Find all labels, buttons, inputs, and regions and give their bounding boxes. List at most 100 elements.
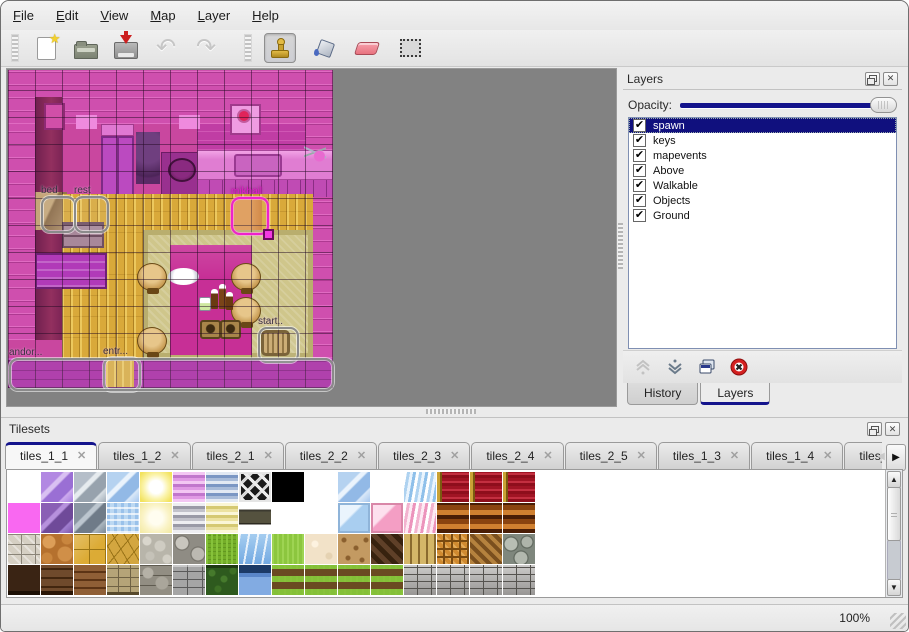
resize-grip[interactable] (890, 613, 906, 629)
map-viewport[interactable]: bedrestmikhailstart..entr...andor... (6, 68, 617, 407)
tile-plank-wood[interactable] (404, 534, 436, 564)
layer-visible-checkbox[interactable]: ✔ (633, 134, 646, 147)
layer-row-keys[interactable]: ✔keys (629, 133, 896, 148)
close-panel-button[interactable]: ✕ (883, 72, 898, 86)
scroll-up-button[interactable]: ▲ (887, 471, 901, 488)
map-object-mikhail[interactable] (231, 197, 269, 235)
menu-layer[interactable]: Layer (198, 8, 231, 23)
tile-wall-darkwood[interactable] (8, 565, 40, 595)
tile-ragged-blue[interactable] (404, 472, 436, 502)
float-panel-button[interactable] (867, 422, 882, 436)
tile-glass-blue[interactable] (338, 472, 370, 502)
tile-lattice[interactable] (239, 472, 271, 502)
tileset-tab-tiles_1_1[interactable]: tiles_1_1✕ (5, 442, 97, 469)
layer-visible-checkbox[interactable]: ✔ (633, 209, 646, 222)
tile-glass-purple[interactable] (41, 472, 73, 502)
tileset-tab-tiles_2_1[interactable]: tiles_2_1✕ (192, 442, 284, 469)
layers-list[interactable]: ✔spawn✔keys✔mapevents✔Above✔Walkable✔Obj… (628, 117, 897, 349)
tile-empty[interactable] (272, 503, 304, 533)
opacity-slider[interactable] (680, 97, 897, 113)
raise-layer-button[interactable] (629, 354, 657, 380)
tab-scroll-right-button[interactable]: ▶ (886, 444, 906, 471)
tileset-tab-tiles_1_4[interactable]: tiles_1_4✕ (751, 442, 843, 469)
menu-edit[interactable]: Edit (56, 8, 78, 23)
tileset-tab-tiles_2_3[interactable]: tiles_2_3✕ (378, 442, 470, 469)
tile-flag-yellow[interactable] (107, 534, 139, 564)
tile-tile-yellow[interactable] (74, 534, 106, 564)
menu-view[interactable]: View (100, 8, 128, 23)
tile-farm[interactable] (371, 565, 403, 595)
tileset-tab-tiles_1_3[interactable]: tiles_1_3✕ (658, 442, 750, 469)
tile-stripe-blue[interactable] (206, 472, 238, 502)
layer-visible-checkbox[interactable]: ✔ (633, 164, 646, 177)
tile-curtain[interactable] (503, 472, 535, 502)
scrollbar-thumb[interactable] (887, 487, 901, 541)
tile-farm[interactable] (305, 565, 337, 595)
tab-close-icon[interactable]: ✕ (637, 449, 646, 462)
tab-scroll-left-button[interactable]: ◀ (876, 444, 886, 469)
tab-history[interactable]: History (627, 383, 698, 405)
tile-tile-pink[interactable] (371, 503, 403, 533)
tile-pebble-gray[interactable] (140, 534, 172, 564)
tab-close-icon[interactable]: ✕ (450, 449, 459, 462)
duplicate-layer-button[interactable] (693, 354, 721, 380)
rect-select-tool-button[interactable] (395, 34, 425, 62)
tile-black[interactable] (272, 472, 304, 502)
tab-close-icon[interactable]: ✕ (357, 449, 366, 462)
tile-glow-yellow[interactable] (140, 472, 172, 502)
layer-row-Ground[interactable]: ✔Ground (629, 208, 896, 223)
tile-empty[interactable] (305, 472, 337, 502)
menu-help[interactable]: Help (252, 8, 279, 23)
tile-pave-gray[interactable] (8, 534, 40, 564)
menu-file[interactable]: File (13, 8, 34, 23)
tile-stripe-pink[interactable] (173, 472, 205, 502)
tab-close-icon[interactable]: ✕ (823, 449, 832, 462)
lower-layer-button[interactable] (661, 354, 689, 380)
new-map-button[interactable] (31, 34, 61, 62)
tab-close-icon[interactable]: ✕ (264, 449, 273, 462)
tile-glow-pale[interactable] (140, 503, 172, 533)
tile-water-edge[interactable] (239, 565, 271, 595)
layer-visible-checkbox[interactable]: ✔ (633, 194, 646, 207)
tile-shingle-dark[interactable] (371, 534, 403, 564)
tile-brickwall[interactable] (503, 565, 535, 595)
stamp-tool-button[interactable] (264, 33, 296, 63)
tile-floral-brown[interactable] (338, 534, 370, 564)
tab-close-icon[interactable]: ✕ (77, 449, 86, 462)
tab-close-icon[interactable]: ✕ (730, 449, 739, 462)
tile-glass-gray[interactable] (74, 472, 106, 502)
tile-grass-bright[interactable] (272, 534, 304, 564)
layer-visible-checkbox[interactable]: ✔ (633, 149, 646, 162)
tile-glass-pink[interactable] (371, 472, 403, 502)
tile-sand[interactable] (305, 534, 337, 564)
float-panel-button[interactable] (865, 72, 880, 86)
scrollbar-trough[interactable] (887, 540, 901, 580)
tileset-tab-tiles_2_2[interactable]: tiles_2_2✕ (285, 442, 377, 469)
map-object-bed[interactable] (41, 196, 76, 233)
tile-farm[interactable] (338, 565, 370, 595)
tile-white[interactable] (8, 472, 40, 502)
tile-stripe-orange[interactable] (470, 503, 502, 533)
tile-tile-blue[interactable] (338, 503, 370, 533)
open-map-button[interactable] (71, 34, 101, 62)
tile-glass-gray-d[interactable] (74, 503, 106, 533)
delete-layer-button[interactable] (725, 354, 753, 380)
layer-row-Objects[interactable]: ✔Objects (629, 193, 896, 208)
menu-map[interactable]: Map (150, 8, 175, 23)
save-map-button[interactable] (111, 34, 141, 62)
map-object-rest[interactable] (74, 196, 109, 233)
layer-visible-checkbox[interactable]: ✔ (633, 179, 646, 192)
tile-wall-brown[interactable] (41, 565, 73, 595)
object-resize-handle[interactable] (263, 229, 274, 240)
toolbar-drag-handle[interactable] (244, 34, 252, 62)
tile-water-lt[interactable] (107, 503, 139, 533)
map-canvas[interactable]: bedrestmikhailstart..entr...andor... (8, 70, 333, 388)
tileset-view[interactable]: ▲ ▼ (6, 469, 903, 598)
tile-wall-tan[interactable] (107, 565, 139, 595)
tile-stripe-yellow[interactable] (206, 503, 238, 533)
tile-cobble-gray[interactable] (173, 534, 205, 564)
tile-magenta[interactable] (8, 503, 40, 533)
tile-brickwall[interactable] (404, 565, 436, 595)
tab-close-icon[interactable]: ✕ (543, 449, 552, 462)
tile-cobble-orange[interactable] (41, 534, 73, 564)
